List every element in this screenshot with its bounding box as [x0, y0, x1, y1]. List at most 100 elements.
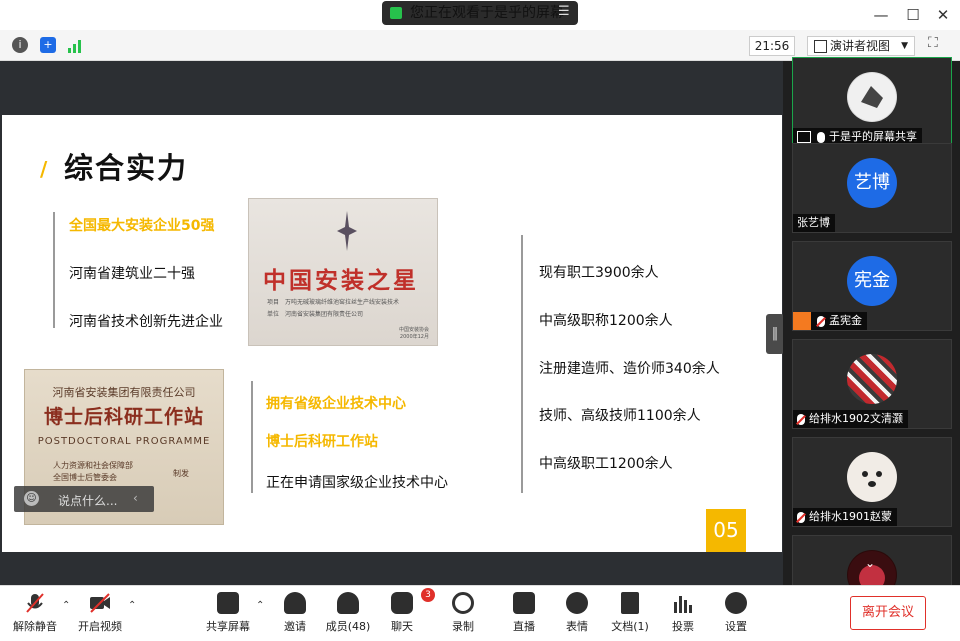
- avatar: [847, 354, 897, 404]
- right-item: 注册建造师、造价师340余人: [539, 361, 720, 377]
- middle-item: 拥有省级企业技术中心: [266, 396, 406, 412]
- plaque-issuer-2: 全国博士后管委会: [53, 473, 117, 482]
- documents-label: 文档(1): [611, 620, 649, 633]
- title-accent: /: [40, 157, 48, 181]
- chat-label: 聊天: [391, 620, 413, 633]
- middle-item: 正在申请国家级企业技术中心: [266, 475, 448, 491]
- screen-share-indicator[interactable]: 您正在观看于是乎的屏幕 ☰: [382, 1, 578, 25]
- right-item: 中高级职称1200余人: [539, 313, 673, 329]
- members-button[interactable]: 成员(48): [323, 592, 373, 638]
- chat-button[interactable]: 3 聊天: [377, 588, 435, 638]
- participant-name: 给排水1901赵蒙: [793, 508, 897, 526]
- emoji-icon: [566, 592, 588, 614]
- invite-button[interactable]: 邀请: [270, 592, 320, 638]
- share-label: 共享屏幕: [206, 620, 250, 633]
- title-bar: 您正在观看于是乎的屏幕 ☰ — ☐ ✕: [0, 0, 960, 30]
- shield-icon[interactable]: +: [40, 37, 56, 53]
- settings-button[interactable]: 设置: [711, 592, 761, 638]
- emoji-icon[interactable]: ☺: [24, 491, 39, 506]
- share-screen-button[interactable]: 共享屏幕: [203, 592, 253, 638]
- view-mode-select[interactable]: 演讲者视图 ▼: [807, 36, 915, 56]
- bar-chart-icon: [672, 592, 694, 614]
- share-status-text: 您正在观看于是乎的屏幕: [410, 5, 564, 21]
- award-date: 2000年12月: [399, 334, 429, 340]
- mic-muted-icon: [797, 413, 805, 425]
- plaque-suffix: 制发: [173, 469, 189, 478]
- mic-icon: [817, 131, 825, 143]
- members-label: 成员(48): [325, 620, 371, 633]
- avatar: 艺博: [847, 158, 897, 208]
- participant-tile[interactable]: 于是乎的屏幕共享: [792, 57, 952, 147]
- left-item: 河南省建筑业二十强: [69, 266, 195, 282]
- chat-input[interactable]: ☺ 说点什么... ‹: [14, 486, 154, 512]
- page-number: 05: [706, 509, 746, 552]
- avatar: 宪金: [847, 256, 897, 306]
- live-button[interactable]: 直播: [499, 592, 549, 638]
- plaque-company: 河南省安装集团有限责任公司: [52, 386, 196, 399]
- leave-meeting-button[interactable]: 离开会议: [850, 596, 926, 630]
- info-icon[interactable]: i: [12, 37, 28, 53]
- chat-placeholder: 说点什么...: [58, 494, 118, 508]
- chevron-down-icon: ▼: [901, 41, 908, 51]
- chat-badge: 3: [421, 588, 435, 602]
- participant-label: 给排水1901赵蒙: [809, 510, 892, 523]
- divider-middle: [251, 381, 253, 493]
- mic-muted-icon: [817, 315, 825, 327]
- chevron-up-icon[interactable]: ⌃: [62, 600, 70, 611]
- divider-right: [521, 235, 523, 493]
- participant-label: 于是乎的屏幕共享: [829, 130, 917, 143]
- live-icon: [513, 592, 535, 614]
- signal-icon[interactable]: [68, 38, 82, 53]
- award-project: 项目 万吨无碱玻璃纤维池窑拉丝生产线安装技术: [267, 299, 400, 306]
- record-label: 录制: [452, 620, 474, 633]
- participant-tile[interactable]: 宪金 孟宪金: [792, 241, 952, 331]
- scroll-down-icon[interactable]: ⌄: [865, 556, 875, 570]
- right-item: 技师、高级技师1100余人: [539, 408, 701, 424]
- video-off-icon: [89, 592, 111, 614]
- record-button[interactable]: 录制: [438, 592, 488, 638]
- award-issuer: 中国安装协会 2000年12月: [399, 327, 429, 341]
- collapse-panel-handle[interactable]: ‖: [766, 314, 784, 354]
- layout-icon: [814, 40, 827, 53]
- control-bar: 解除静音 ⌃ 开启视频 ⌃ 共享屏幕 ⌃ 邀请 成员(48) 3 聊天 录制 直…: [0, 585, 960, 641]
- participant-name: 孟宪金: [793, 312, 867, 330]
- participant-label: 给排水1902文清灏: [809, 412, 903, 425]
- participant-panel: 于是乎的屏幕共享 艺博 张艺博 宪金 孟宪金 给排水1902文清灏 给排水190…: [783, 57, 960, 600]
- slide-title: 综合实力: [64, 151, 189, 185]
- invite-label: 邀请: [284, 620, 306, 633]
- participant-tile[interactable]: 给排水1902文清灏: [792, 339, 952, 429]
- chevron-up-icon[interactable]: ⌃: [128, 600, 136, 611]
- gear-icon: [725, 592, 747, 614]
- close-icon[interactable]: ✕: [932, 5, 954, 25]
- participant-tile[interactable]: 艺博 张艺博: [792, 143, 952, 233]
- unmute-button[interactable]: 解除静音: [10, 592, 60, 638]
- fullscreen-icon[interactable]: ⛶: [928, 35, 946, 53]
- divider-left: [53, 212, 55, 328]
- vote-button[interactable]: 投票: [658, 592, 708, 638]
- minimize-icon[interactable]: —: [870, 5, 892, 25]
- plaque-issuer-1: 人力资源和社会保障部: [53, 461, 133, 470]
- chevron-up-icon[interactable]: ⌃: [256, 600, 264, 611]
- start-video-button[interactable]: 开启视频: [75, 592, 125, 638]
- video-label: 开启视频: [78, 620, 122, 633]
- left-item: 河南省技术创新先进企业: [69, 314, 223, 330]
- documents-button[interactable]: 文档(1): [605, 592, 655, 638]
- reactions-button[interactable]: 表情: [552, 592, 602, 638]
- middle-item: 博士后科研工作站: [266, 434, 378, 450]
- avatar: [847, 452, 897, 502]
- participant-name: 张艺博: [793, 214, 835, 232]
- mic-muted-icon: [797, 511, 805, 523]
- plaque-english: POSTDOCTORAL PROGRAMME: [37, 436, 211, 447]
- right-item: 现有职工3900余人: [539, 265, 659, 281]
- meeting-clock: 21:56: [749, 36, 795, 56]
- chat-icon: 3: [391, 588, 435, 614]
- collapse-chat-icon[interactable]: ‹: [133, 491, 138, 505]
- live-label: 直播: [513, 620, 535, 633]
- user-icon: [793, 312, 811, 330]
- participant-tile[interactable]: 给排水1901赵蒙: [792, 437, 952, 527]
- participant-name: 给排水1902文清灏: [793, 410, 908, 428]
- members-icon: [337, 592, 359, 614]
- maximize-icon[interactable]: ☐: [902, 5, 924, 25]
- mic-muted-icon: [24, 592, 46, 614]
- menu-icon[interactable]: ☰: [558, 4, 570, 19]
